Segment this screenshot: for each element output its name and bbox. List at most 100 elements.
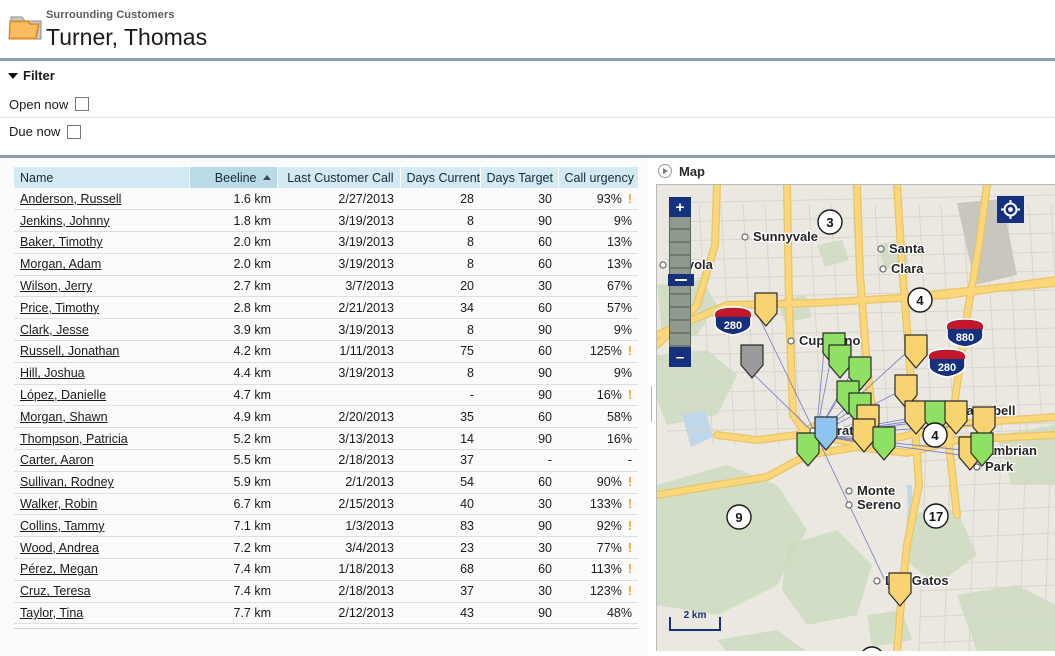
map-panel-header[interactable]: Map (653, 158, 1055, 184)
triangle-up-icon (262, 175, 271, 180)
zoom-slider-track[interactable] (668, 217, 694, 347)
table-row[interactable]: Russell, Jonathan 4.2 km 1/11/2013 75 60 125%… (14, 340, 638, 363)
filter-section-header[interactable]: Filter (8, 68, 55, 83)
column-header-beeline[interactable]: Beeline (189, 167, 278, 188)
table-row[interactable]: Cruz, Teresa 7.4 km 2/18/2013 37 30 123%! (14, 580, 638, 603)
customer-link[interactable]: Hill, Joshua (20, 366, 85, 380)
customer-link[interactable]: Wilson, Jerry (20, 279, 92, 293)
map-route-shield: 4 (907, 287, 933, 313)
svg-text:4: 4 (931, 428, 939, 443)
cell-beeline: 5.5 km (189, 449, 277, 472)
table-row[interactable]: Morgan, Shawn 4.9 km 2/20/2013 35 60 58% (14, 405, 638, 429)
cell-days-current: 20 (400, 275, 480, 298)
call-urgency-value: 57% (606, 300, 632, 315)
customer-link[interactable]: Wood, Andrea (20, 541, 99, 555)
map-canvas[interactable]: SunnyvaleSantaClaraLoyolaCupertinoCampbe… (656, 184, 1055, 651)
map-route-shield: 280 (928, 348, 966, 378)
table-row[interactable]: Hill, Joshua 4.4 km 3/19/2013 8 90 9% (14, 362, 638, 385)
cell-last-customer-call: 2/15/2013 (277, 493, 400, 516)
customer-link[interactable]: Cruz, Teresa (20, 584, 91, 598)
header-subtitle: Surrounding Customers (46, 9, 175, 21)
customer-link[interactable]: Sullivan, Rodney (20, 475, 114, 489)
customer-link[interactable]: Walker, Robin (20, 497, 97, 511)
zoom-in-button[interactable]: + (669, 197, 691, 217)
column-header-name[interactable]: Name (14, 167, 190, 188)
cell-last-customer-call: 2/12/2013 (277, 602, 400, 625)
warning-exclamation-icon: ! (627, 475, 632, 490)
table-row[interactable]: Price, Timothy 2.8 km 2/21/2013 34 60 57% (14, 296, 638, 320)
customer-link[interactable]: Anderson, Russell (20, 192, 121, 206)
customer-link[interactable]: Taylor, Tina (20, 606, 83, 620)
column-header-call-urgency[interactable]: Call urgency (558, 167, 639, 188)
cell-last-customer-call: 2/21/2013 (277, 296, 400, 320)
table-row[interactable]: Pérez, Megan 7.4 km 1/18/2013 68 60 113%! (14, 558, 638, 581)
cell-name: Morgan, Adam (14, 253, 189, 276)
table-row[interactable]: Sullivan, Rodney 5.9 km 2/1/2013 54 60 90%! (14, 471, 638, 494)
table-row[interactable]: Walker, Robin 6.7 km 2/15/2013 40 30 133%! (14, 493, 638, 516)
column-header-days-current[interactable]: Days Current (400, 167, 481, 188)
table-row[interactable]: Taylor, Tina 7.7 km 2/12/2013 43 90 48% (14, 602, 638, 625)
table-row[interactable]: Wilson, Jerry 2.7 km 3/7/2013 20 30 67% (14, 275, 638, 298)
filter-label-open-now: Open now (9, 96, 69, 112)
customer-link[interactable]: Morgan, Shawn (20, 410, 108, 424)
cell-beeline: 2.0 km (189, 253, 277, 276)
zoom-slider-thumb[interactable] (668, 274, 694, 286)
column-header-last-customer-call[interactable]: Last Customer Call (277, 167, 401, 188)
customer-link[interactable]: Collins, Tammy (20, 519, 105, 533)
call-urgency-value: 9% (613, 213, 632, 228)
table-row[interactable]: Morgan, Adam 2.0 km 3/19/2013 8 60 13% (14, 253, 638, 276)
table-row[interactable]: Wood, Andrea 7.2 km 3/4/2013 23 30 77%! (14, 536, 638, 560)
customer-link[interactable]: Thompson, Patricia (20, 432, 128, 446)
cell-last-customer-call: 2/18/2013 (277, 580, 400, 603)
cell-days-target: 30 (480, 536, 558, 560)
cell-days-current: 54 (400, 471, 480, 494)
cell-name: Sullivan, Rodney (14, 471, 189, 494)
table-row[interactable]: Thompson, Patricia 5.2 km 3/13/2013 14 90 16% (14, 427, 638, 451)
map-zoom-control[interactable]: + – (668, 197, 694, 367)
cell-name: Hill, Joshua (14, 362, 189, 385)
customer-link[interactable]: Carter, Aaron (20, 453, 94, 467)
cell-call-urgency: 13% (558, 231, 638, 254)
map-pane: Map SunnyvaleSantaClaraLoyolaCupertinoCa… (653, 158, 1055, 656)
column-header-days-target[interactable]: Days Target (480, 167, 559, 188)
cell-last-customer-call: 3/19/2013 (277, 253, 400, 276)
table-row[interactable]: Baker, Timothy 2.0 km 3/19/2013 8 60 13% (14, 231, 638, 254)
checkbox-due-now[interactable] (67, 124, 82, 139)
cell-call-urgency: 9% (558, 209, 638, 233)
page-header: Surrounding Customers Turner, Thomas (0, 0, 1055, 58)
table-row[interactable]: Anderson, Russell 1.6 km 2/27/2013 28 30 93%! (14, 188, 638, 211)
cell-name: Pérez, Megan (14, 558, 189, 581)
cell-call-urgency: 48% (558, 602, 638, 625)
locate-target-icon[interactable] (997, 196, 1024, 223)
cell-name: Jenkins, Johnny (14, 209, 189, 233)
table-row[interactable]: Carter, Aaron 5.5 km 2/18/2013 37- - (14, 449, 638, 472)
customer-link[interactable]: Price, Timothy (20, 301, 99, 315)
call-urgency-value: 77% (596, 540, 622, 555)
cell-last-customer-call: 3/19/2013 (277, 362, 400, 385)
customer-link[interactable]: Jenkins, Johnny (20, 214, 110, 228)
play-circle-icon[interactable] (658, 164, 672, 178)
customer-link[interactable]: López, Danielle (20, 388, 106, 402)
table-row[interactable]: Collins, Tammy 7.1 km 1/3/2013 83 90 92%! (14, 514, 638, 538)
map-graphic[interactable]: SunnyvaleSantaClaraLoyolaCupertinoCampbe… (657, 185, 1055, 651)
call-urgency-value: 13% (606, 235, 632, 250)
customer-link[interactable]: Clark, Jesse (20, 323, 89, 337)
map-place-label: Sunnyvale (753, 229, 818, 244)
cell-beeline: 5.2 km (189, 427, 277, 451)
warning-exclamation-icon: ! (627, 388, 632, 403)
customer-link[interactable]: Morgan, Adam (20, 257, 101, 271)
customer-link[interactable]: Russell, Jonathan (20, 344, 119, 358)
table-row[interactable]: Clark, Jesse 3.9 km 3/19/2013 8 90 9% (14, 318, 638, 342)
customer-link[interactable]: Pérez, Megan (20, 562, 98, 576)
map-place-dot (845, 487, 853, 495)
filter-row-due-now[interactable]: Due now (0, 118, 1055, 145)
customer-link[interactable]: Baker, Timothy (20, 235, 103, 249)
filter-row-open-now[interactable]: Open now (0, 91, 1055, 118)
table-row[interactable]: Jenkins, Johnny 1.8 km 3/19/2013 8 90 9% (14, 209, 638, 233)
map-route-shield: 17 (923, 503, 949, 529)
checkbox-open-now[interactable] (75, 97, 90, 111)
zoom-out-button[interactable]: – (669, 347, 691, 367)
table-row[interactable]: López, Danielle 4.7 km -90 16%! (14, 384, 638, 407)
triangle-down-icon[interactable] (8, 72, 18, 79)
cell-days-target: 60 (480, 471, 558, 494)
